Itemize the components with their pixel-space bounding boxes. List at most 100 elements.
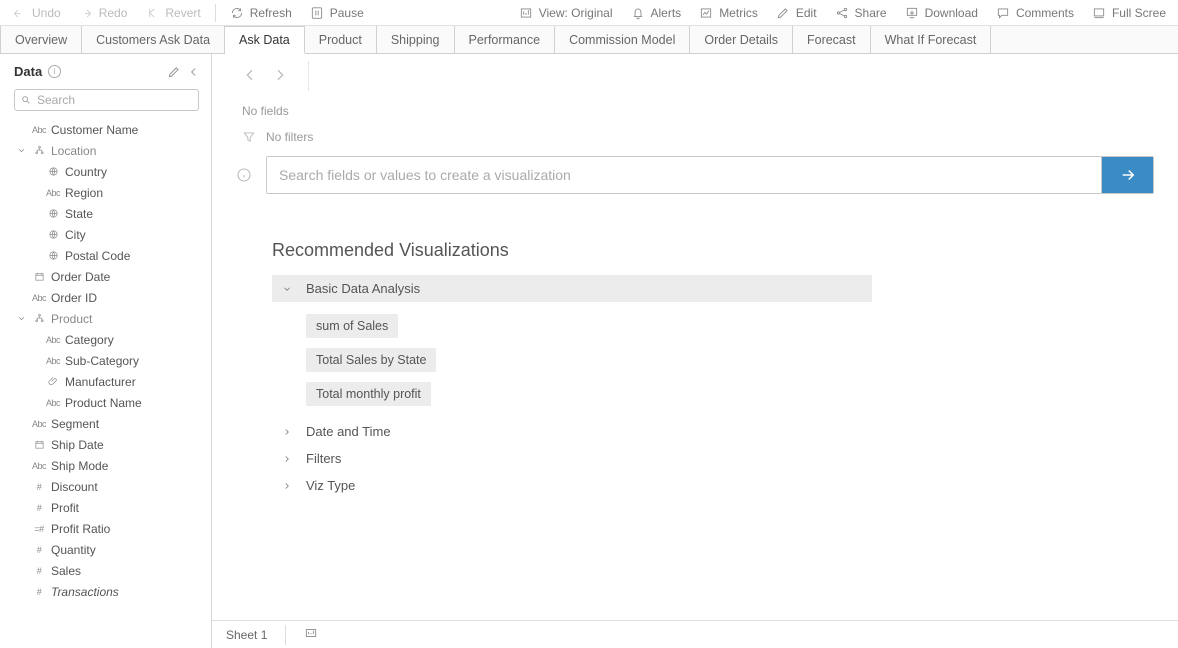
tab-forecast[interactable]: Forecast	[793, 26, 871, 53]
rec-chip[interactable]: sum of Sales	[306, 314, 398, 338]
rec-chip[interactable]: Total monthly profit	[306, 382, 431, 406]
alerts-button[interactable]: Alerts	[623, 3, 690, 23]
field-location[interactable]: Location	[0, 140, 211, 161]
field-region[interactable]: AbcRegion	[0, 182, 211, 203]
forward-button[interactable]	[272, 67, 288, 86]
tab-order-details[interactable]: Order Details	[690, 26, 793, 53]
field-profit[interactable]: #Profit	[0, 497, 211, 518]
rec-group-viz-type[interactable]: Viz Type	[272, 472, 872, 499]
refresh-button[interactable]: Refresh	[222, 3, 300, 23]
ask-input-wrap	[266, 156, 1154, 194]
field-label: Product Name	[65, 396, 142, 410]
tab-commission-model[interactable]: Commission Model	[555, 26, 690, 53]
sheet-tab-1[interactable]: Sheet 1	[226, 628, 267, 642]
tab-customers-ask-data[interactable]: Customers Ask Data	[82, 26, 225, 53]
refresh-icon	[230, 6, 244, 20]
field-label: Location	[51, 144, 96, 158]
calendar-icon	[31, 439, 47, 450]
field-label: Profit Ratio	[51, 522, 110, 536]
field-product-name[interactable]: AbcProduct Name	[0, 392, 211, 413]
field-sales[interactable]: #Sales	[0, 560, 211, 581]
refresh-label: Refresh	[250, 6, 292, 20]
info-icon[interactable]: i	[48, 65, 61, 78]
text-type-icon: Abc	[31, 293, 47, 303]
pause-label: Pause	[330, 6, 364, 20]
tab-overview[interactable]: Overview	[0, 26, 82, 53]
field-product[interactable]: Product	[0, 308, 211, 329]
metrics-button[interactable]: Metrics	[691, 3, 766, 23]
field-country[interactable]: Country	[0, 161, 211, 182]
undo-button[interactable]: Undo	[4, 3, 69, 23]
collapse-sidebar-icon[interactable]	[187, 65, 201, 79]
field-ship-mode[interactable]: AbcShip Mode	[0, 455, 211, 476]
rec-group-label: Date and Time	[306, 424, 391, 439]
field-city[interactable]: City	[0, 224, 211, 245]
rec-group-label: Viz Type	[306, 478, 355, 493]
field-category[interactable]: AbcCategory	[0, 329, 211, 350]
edit-button[interactable]: Edit	[768, 3, 825, 23]
field-order-date[interactable]: Order Date	[0, 266, 211, 287]
field-segment[interactable]: AbcSegment	[0, 413, 211, 434]
submit-button[interactable]	[1101, 157, 1153, 193]
field-label: Sales	[51, 564, 81, 578]
field-label: Postal Code	[65, 249, 130, 263]
no-fields-status: No fields	[212, 98, 1178, 124]
rec-group-filters[interactable]: Filters	[272, 445, 872, 472]
field-label: Segment	[51, 417, 99, 431]
field-label: Order ID	[51, 291, 97, 305]
no-filters-status: No filters	[212, 124, 1178, 150]
ask-input[interactable]	[267, 157, 1101, 193]
field-discount[interactable]: #Discount	[0, 476, 211, 497]
rec-group-date-and-time[interactable]: Date and Time	[272, 418, 872, 445]
redo-icon	[79, 6, 93, 20]
new-sheet-button[interactable]	[304, 626, 318, 643]
field-customer-name[interactable]: AbcCustomer Name	[0, 119, 211, 140]
data-sidebar: Data i AbcCustomer NameLocationCountryAb…	[0, 54, 212, 648]
tab-what-if-forecast[interactable]: What If Forecast	[871, 26, 992, 53]
separator	[215, 4, 216, 22]
rec-group-basic-data-analysis[interactable]: Basic Data Analysis	[272, 275, 872, 302]
download-icon	[905, 6, 919, 20]
share-label: Share	[855, 6, 887, 20]
pause-button[interactable]: Pause	[302, 3, 372, 23]
tab-shipping[interactable]: Shipping	[377, 26, 455, 53]
tab-ask-data[interactable]: Ask Data	[225, 26, 305, 54]
view-button[interactable]: View: Original	[511, 3, 621, 23]
comments-button[interactable]: Comments	[988, 3, 1082, 23]
paperclip-icon	[45, 376, 61, 387]
back-button[interactable]	[242, 67, 258, 86]
field-transactions[interactable]: #Transactions	[0, 581, 211, 602]
field-label: Country	[65, 165, 107, 179]
chevron-right-icon	[282, 454, 292, 464]
rec-group-label: Basic Data Analysis	[306, 281, 420, 296]
tab-product[interactable]: Product	[305, 26, 377, 53]
rec-chip[interactable]: Total Sales by State	[306, 348, 436, 372]
field-label: Category	[65, 333, 114, 347]
no-filters-label: No filters	[266, 130, 313, 144]
calendar-icon	[31, 271, 47, 282]
field-quantity[interactable]: #Quantity	[0, 539, 211, 560]
download-button[interactable]: Download	[897, 3, 986, 23]
field-profit-ratio[interactable]: =#Profit Ratio	[0, 518, 211, 539]
fullscreen-icon	[1092, 6, 1106, 20]
number-type-icon: #	[31, 545, 47, 555]
sheet-tabs: OverviewCustomers Ask DataAsk DataProduc…	[0, 26, 1178, 54]
share-button[interactable]: Share	[827, 3, 895, 23]
field-manufacturer[interactable]: Manufacturer	[0, 371, 211, 392]
field-postal-code[interactable]: Postal Code	[0, 245, 211, 266]
field-ship-date[interactable]: Ship Date	[0, 434, 211, 455]
redo-button[interactable]: Redo	[71, 3, 136, 23]
field-order-id[interactable]: Abc Order ID	[0, 287, 211, 308]
edit-icon	[776, 6, 790, 20]
fullscreen-button[interactable]: Full Scree	[1084, 3, 1174, 23]
edit-datasource-icon[interactable]	[167, 65, 181, 79]
tab-performance[interactable]: Performance	[455, 26, 556, 53]
field-state[interactable]: State	[0, 203, 211, 224]
revert-button[interactable]: Revert	[137, 3, 208, 23]
fullscreen-label: Full Scree	[1112, 6, 1166, 20]
field-search[interactable]	[14, 89, 199, 111]
field-search-input[interactable]	[37, 93, 192, 107]
revert-icon	[145, 6, 159, 20]
field-sub-category[interactable]: AbcSub-Category	[0, 350, 211, 371]
redo-label: Redo	[99, 6, 128, 20]
